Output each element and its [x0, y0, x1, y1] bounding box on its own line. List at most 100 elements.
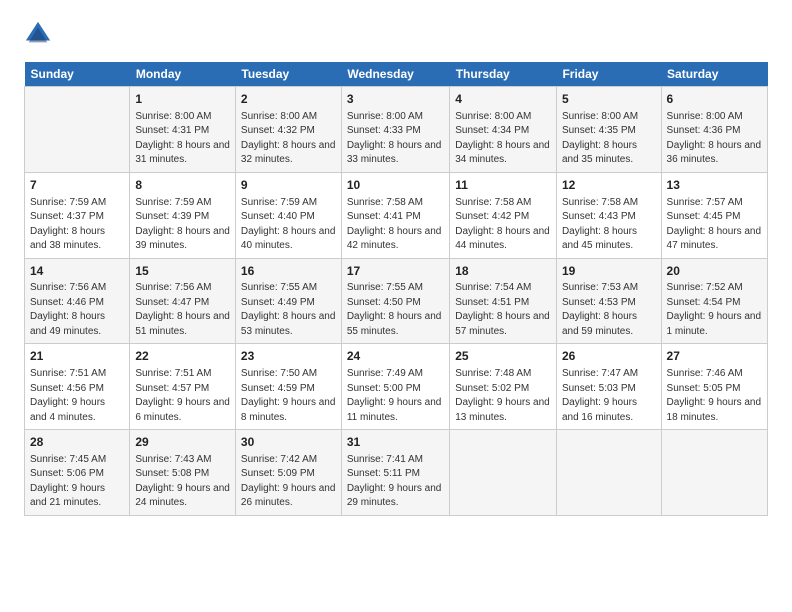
- day-number: 22: [135, 348, 230, 365]
- day-info: Sunrise: 7:47 AM Sunset: 5:03 PM Dayligh…: [562, 367, 656, 425]
- calendar-cell: 25 Sunrise: 7:48 AM Sunset: 5:02 PM Dayli…: [450, 344, 557, 430]
- day-info: Sunrise: 7:55 AM Sunset: 4:49 PM Dayligh…: [241, 281, 336, 339]
- day-info: Sunrise: 7:56 AM Sunset: 4:46 PM Dayligh…: [30, 281, 124, 339]
- calendar-cell: 8 Sunrise: 7:59 AM Sunset: 4:39 PM Daylig…: [130, 172, 236, 258]
- weekday-row: SundayMondayTuesdayWednesdayThursdayFrid…: [25, 62, 768, 87]
- calendar-header: SundayMondayTuesdayWednesdayThursdayFrid…: [25, 62, 768, 87]
- header: [24, 20, 768, 48]
- calendar-week-row: 1 Sunrise: 8:00 AM Sunset: 4:31 PM Daylig…: [25, 87, 768, 173]
- day-number: 23: [241, 348, 336, 365]
- weekday-header: Monday: [130, 62, 236, 87]
- day-number: 25: [455, 348, 551, 365]
- day-number: 16: [241, 263, 336, 280]
- day-number: 19: [562, 263, 656, 280]
- calendar-cell: 1 Sunrise: 8:00 AM Sunset: 4:31 PM Daylig…: [130, 87, 236, 173]
- calendar-cell: 16Sunrise: 7:55 AM Sunset: 4:49 PM Dayli…: [235, 258, 341, 344]
- day-number: 20: [667, 263, 762, 280]
- day-number: 31: [347, 434, 444, 451]
- day-info: Sunrise: 7:56 AM Sunset: 4:47 PM Dayligh…: [135, 281, 230, 339]
- day-number: 2: [241, 91, 336, 108]
- day-number: 18: [455, 263, 551, 280]
- weekday-header: Friday: [556, 62, 661, 87]
- day-info: Sunrise: 8:00 AM Sunset: 4:33 PM Dayligh…: [347, 110, 444, 168]
- day-info: Sunrise: 7:51 AM Sunset: 4:56 PM Dayligh…: [30, 367, 124, 425]
- calendar-cell: [556, 430, 661, 516]
- logo-icon: [24, 20, 52, 48]
- day-info: Sunrise: 8:00 AM Sunset: 4:32 PM Dayligh…: [241, 110, 336, 168]
- calendar-cell: 14Sunrise: 7:56 AM Sunset: 4:46 PM Dayli…: [25, 258, 130, 344]
- day-info: Sunrise: 7:58 AM Sunset: 4:43 PM Dayligh…: [562, 196, 656, 254]
- calendar-cell: 30Sunrise: 7:42 AM Sunset: 5:09 PM Dayli…: [235, 430, 341, 516]
- day-info: Sunrise: 7:52 AM Sunset: 4:54 PM Dayligh…: [667, 281, 762, 339]
- day-number: 13: [667, 177, 762, 194]
- day-info: Sunrise: 7:43 AM Sunset: 5:08 PM Dayligh…: [135, 453, 230, 511]
- day-info: Sunrise: 7:41 AM Sunset: 5:11 PM Dayligh…: [347, 453, 444, 511]
- day-number: 11: [455, 177, 551, 194]
- calendar-week-row: 21 Sunrise: 7:51 AM Sunset: 4:56 PM Dayli…: [25, 344, 768, 430]
- calendar-table: SundayMondayTuesdayWednesdayThursdayFrid…: [24, 62, 768, 516]
- day-info: Sunrise: 7:46 AM Sunset: 5:05 PM Dayligh…: [667, 367, 762, 425]
- day-info: Sunrise: 8:00 AM Sunset: 4:34 PM Dayligh…: [455, 110, 551, 168]
- calendar-cell: 28 Sunrise: 7:45 AM Sunset: 5:06 PM Dayli…: [25, 430, 130, 516]
- day-number: 24: [347, 348, 444, 365]
- calendar-cell: 6 Sunrise: 8:00 AM Sunset: 4:36 PM Daylig…: [661, 87, 767, 173]
- day-info: Sunrise: 8:00 AM Sunset: 4:31 PM Dayligh…: [135, 110, 230, 168]
- day-info: Sunrise: 8:00 AM Sunset: 4:35 PM Dayligh…: [562, 110, 656, 168]
- page: SundayMondayTuesdayWednesdayThursdayFrid…: [0, 0, 792, 532]
- day-info: Sunrise: 7:54 AM Sunset: 4:51 PM Dayligh…: [455, 281, 551, 339]
- calendar-cell: 31 Sunrise: 7:41 AM Sunset: 5:11 PM Dayli…: [341, 430, 449, 516]
- calendar-cell: [25, 87, 130, 173]
- day-number: 8: [135, 177, 230, 194]
- day-number: 28: [30, 434, 124, 451]
- day-info: Sunrise: 7:53 AM Sunset: 4:53 PM Dayligh…: [562, 281, 656, 339]
- day-number: 6: [667, 91, 762, 108]
- calendar-cell: 17Sunrise: 7:55 AM Sunset: 4:50 PM Dayli…: [341, 258, 449, 344]
- weekday-header: Sunday: [25, 62, 130, 87]
- calendar-cell: 24 Sunrise: 7:49 AM Sunset: 5:00 PM Dayli…: [341, 344, 449, 430]
- day-info: Sunrise: 7:42 AM Sunset: 5:09 PM Dayligh…: [241, 453, 336, 511]
- day-number: 21: [30, 348, 124, 365]
- weekday-header: Thursday: [450, 62, 557, 87]
- calendar-cell: 23Sunrise: 7:50 AM Sunset: 4:59 PM Dayli…: [235, 344, 341, 430]
- day-info: Sunrise: 7:57 AM Sunset: 4:45 PM Dayligh…: [667, 196, 762, 254]
- calendar-cell: 22 Sunrise: 7:51 AM Sunset: 4:57 PM Dayli…: [130, 344, 236, 430]
- weekday-header: Tuesday: [235, 62, 341, 87]
- day-info: Sunrise: 7:58 AM Sunset: 4:42 PM Dayligh…: [455, 196, 551, 254]
- day-info: Sunrise: 7:59 AM Sunset: 4:39 PM Dayligh…: [135, 196, 230, 254]
- calendar-cell: 15Sunrise: 7:56 AM Sunset: 4:47 PM Dayli…: [130, 258, 236, 344]
- day-number: 26: [562, 348, 656, 365]
- day-info: Sunrise: 7:45 AM Sunset: 5:06 PM Dayligh…: [30, 453, 124, 511]
- day-number: 1: [135, 91, 230, 108]
- day-info: Sunrise: 7:59 AM Sunset: 4:40 PM Dayligh…: [241, 196, 336, 254]
- calendar-cell: 29 Sunrise: 7:43 AM Sunset: 5:08 PM Dayli…: [130, 430, 236, 516]
- day-info: Sunrise: 7:55 AM Sunset: 4:50 PM Dayligh…: [347, 281, 444, 339]
- calendar-cell: [661, 430, 767, 516]
- day-info: Sunrise: 7:51 AM Sunset: 4:57 PM Dayligh…: [135, 367, 230, 425]
- day-number: 4: [455, 91, 551, 108]
- day-info: Sunrise: 7:58 AM Sunset: 4:41 PM Dayligh…: [347, 196, 444, 254]
- day-info: Sunrise: 7:48 AM Sunset: 5:02 PM Dayligh…: [455, 367, 551, 425]
- calendar-cell: 3Sunrise: 8:00 AM Sunset: 4:33 PM Daylig…: [341, 87, 449, 173]
- calendar-cell: 26 Sunrise: 7:47 AM Sunset: 5:03 PM Dayli…: [556, 344, 661, 430]
- day-number: 12: [562, 177, 656, 194]
- calendar-cell: 19Sunrise: 7:53 AM Sunset: 4:53 PM Dayli…: [556, 258, 661, 344]
- calendar-week-row: 28 Sunrise: 7:45 AM Sunset: 5:06 PM Dayli…: [25, 430, 768, 516]
- day-number: 7: [30, 177, 124, 194]
- calendar-cell: 12 Sunrise: 7:58 AM Sunset: 4:43 PM Dayli…: [556, 172, 661, 258]
- calendar-cell: 9 Sunrise: 7:59 AM Sunset: 4:40 PM Daylig…: [235, 172, 341, 258]
- day-number: 9: [241, 177, 336, 194]
- day-number: 17: [347, 263, 444, 280]
- day-info: Sunrise: 8:00 AM Sunset: 4:36 PM Dayligh…: [667, 110, 762, 168]
- calendar-cell: 21 Sunrise: 7:51 AM Sunset: 4:56 PM Dayli…: [25, 344, 130, 430]
- calendar-cell: 20Sunrise: 7:52 AM Sunset: 4:54 PM Dayli…: [661, 258, 767, 344]
- day-number: 29: [135, 434, 230, 451]
- calendar-week-row: 7Sunrise: 7:59 AM Sunset: 4:37 PM Daylig…: [25, 172, 768, 258]
- calendar-cell: 11 Sunrise: 7:58 AM Sunset: 4:42 PM Dayli…: [450, 172, 557, 258]
- day-number: 14: [30, 263, 124, 280]
- calendar-cell: [450, 430, 557, 516]
- day-info: Sunrise: 7:49 AM Sunset: 5:00 PM Dayligh…: [347, 367, 444, 425]
- calendar-cell: 27Sunrise: 7:46 AM Sunset: 5:05 PM Dayli…: [661, 344, 767, 430]
- calendar-cell: 18Sunrise: 7:54 AM Sunset: 4:51 PM Dayli…: [450, 258, 557, 344]
- calendar-cell: 13 Sunrise: 7:57 AM Sunset: 4:45 PM Dayli…: [661, 172, 767, 258]
- weekday-header: Wednesday: [341, 62, 449, 87]
